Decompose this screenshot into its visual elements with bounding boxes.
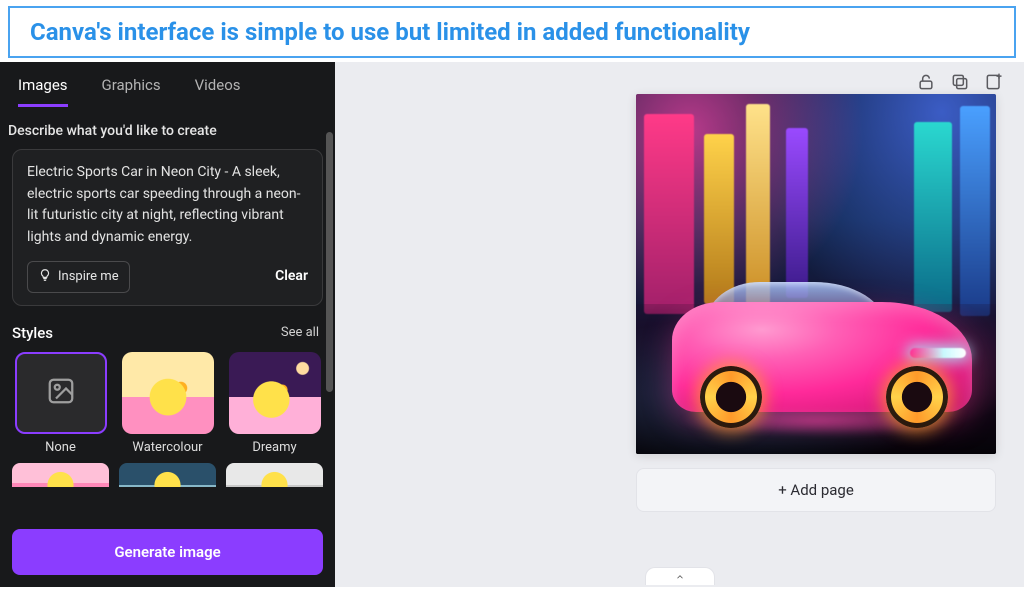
styles-heading: Styles — [12, 324, 53, 342]
tab-images[interactable]: Images — [18, 76, 68, 107]
app-frame: Images Graphics Videos Describe what you… — [0, 62, 1024, 587]
inspire-button[interactable]: Inspire me — [27, 261, 130, 293]
style-option-extra[interactable] — [119, 463, 216, 487]
image-placeholder-icon — [46, 376, 76, 410]
lock-icon[interactable] — [916, 72, 936, 96]
style-option-dreamy[interactable]: Dreamy — [226, 352, 323, 455]
duplicate-icon[interactable] — [950, 72, 970, 96]
sidebar-tabs: Images Graphics Videos — [0, 62, 335, 107]
canvas-area: + Add page — [335, 62, 1024, 587]
prompt-text[interactable]: Electric Sports Car in Neon City - A sle… — [27, 162, 308, 249]
lightbulb-icon — [38, 268, 52, 286]
see-all-link[interactable]: See all — [281, 325, 319, 340]
describe-label: Describe what you'd like to create — [0, 107, 335, 149]
canvas-page[interactable] — [636, 94, 996, 454]
style-label: Watercolour — [132, 440, 202, 455]
car-graphic — [672, 302, 972, 412]
style-option-watercolour[interactable]: Watercolour — [119, 352, 216, 455]
style-thumbnail — [229, 352, 321, 434]
style-label: Dreamy — [252, 440, 296, 455]
styles-grid-overflow — [0, 455, 335, 487]
chevron-up-icon — [673, 567, 687, 586]
new-page-icon[interactable] — [984, 72, 1004, 96]
canvas-toolbar — [916, 72, 1004, 96]
style-option-extra[interactable] — [226, 463, 323, 487]
styles-grid: None Watercolour Dreamy — [0, 352, 335, 455]
tab-graphics[interactable]: Graphics — [102, 76, 161, 107]
style-thumbnail — [122, 352, 214, 434]
sidebar-scrollbar[interactable] — [326, 132, 333, 392]
inspire-label: Inspire me — [58, 269, 119, 284]
prompt-input[interactable]: Electric Sports Car in Neon City - A sle… — [12, 149, 323, 306]
style-label: None — [45, 440, 76, 455]
clear-button[interactable]: Clear — [275, 266, 308, 288]
tab-videos[interactable]: Videos — [195, 76, 241, 107]
annotation-caption: Canva's interface is simple to use but l… — [8, 6, 1016, 58]
generate-button[interactable]: Generate image — [12, 529, 323, 575]
page-tray-handle[interactable] — [645, 567, 715, 585]
style-option-extra[interactable] — [12, 463, 109, 487]
add-page-button[interactable]: + Add page — [636, 468, 996, 512]
style-option-none[interactable]: None — [12, 352, 109, 455]
sidebar-panel: Images Graphics Videos Describe what you… — [0, 62, 335, 587]
